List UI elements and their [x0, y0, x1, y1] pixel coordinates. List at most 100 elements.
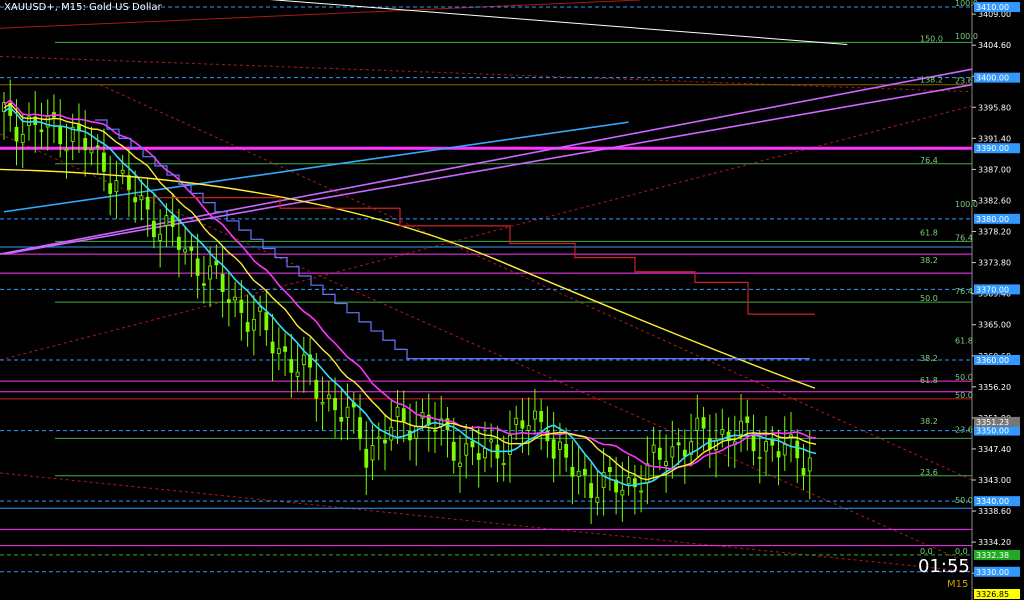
- candle-body: [189, 246, 194, 251]
- fib-level-label: 76.4: [955, 233, 973, 242]
- price-axis-label: 3347.40: [978, 445, 1011, 454]
- candle-body: [314, 379, 319, 399]
- candle-body: [533, 410, 537, 420]
- price-level-tag-label: 3410.00: [976, 3, 1009, 12]
- fib-level-label: 100.0: [955, 32, 978, 41]
- price-level-tag-label: 3370.00: [976, 285, 1009, 294]
- candle-body: [226, 299, 231, 303]
- candle-body: [695, 417, 700, 431]
- candle-body: [183, 248, 188, 253]
- candle-body: [570, 466, 575, 477]
- step-line-blue: [95, 119, 810, 360]
- candle-body: [682, 449, 687, 457]
- candle-body: [245, 322, 250, 332]
- candle-body: [333, 397, 337, 411]
- chart-title: XAUUSD+, M15: Gold US Dollar: [4, 2, 162, 13]
- candle-body: [595, 496, 600, 503]
- timeframe-label: M15: [947, 579, 969, 590]
- candle-body: [295, 371, 300, 377]
- candle-body: [576, 470, 581, 477]
- candle-body: [807, 457, 812, 472]
- chart-window[interactable]: 161.8100.0150.0100.0138.223.676.4100.061…: [0, 0, 1024, 600]
- candle-body: [326, 394, 331, 399]
- fib-level-label: 38.2: [920, 417, 938, 426]
- candle-body: [433, 429, 437, 432]
- candle-body: [364, 448, 369, 468]
- candle-body: [339, 416, 344, 422]
- candle-body: [239, 299, 244, 313]
- price-axis-label: 3338.60: [978, 507, 1011, 516]
- candle-body: [776, 451, 781, 458]
- price-level-tag-label: 3330.00: [976, 568, 1009, 577]
- candle-body: [676, 442, 681, 446]
- candle-body: [514, 417, 519, 425]
- candle-body: [345, 406, 350, 418]
- price-level-tag-label: 3380.00: [976, 215, 1009, 224]
- fib-level-label: 23.6: [955, 77, 973, 86]
- fib-level-label: 61.8: [955, 336, 973, 345]
- price-level-tag-label: 3351.23: [976, 418, 1009, 427]
- price-axis-label: 3378.20: [978, 228, 1011, 237]
- candle-body: [145, 196, 150, 210]
- price-axis-label: 3382.60: [978, 196, 1011, 205]
- candle-body: [639, 490, 644, 493]
- price-level-tag-label: 3326.85: [976, 590, 1009, 599]
- candle-body: [414, 426, 419, 439]
- candle-body: [220, 273, 225, 293]
- fib-level-label: 100.0: [955, 200, 978, 209]
- price-axis-label: 3365.00: [978, 321, 1011, 330]
- candle-body: [607, 467, 612, 473]
- candle-body: [301, 354, 306, 365]
- fib-level-label: 76.4: [920, 156, 938, 165]
- candle-body: [20, 134, 25, 144]
- fib-level-label: 76.4: [955, 287, 973, 296]
- price-level-tag-label: 3332.38: [976, 551, 1009, 560]
- candle-body: [102, 152, 106, 172]
- candle-body: [120, 169, 125, 174]
- price-chart[interactable]: 161.8100.0150.0100.0138.223.676.4100.061…: [0, 0, 1024, 600]
- candle-body: [526, 425, 531, 431]
- candle-body: [582, 468, 587, 476]
- price-axis-label: 3387.00: [978, 165, 1011, 174]
- candle-body: [201, 283, 206, 286]
- candle-body: [782, 444, 787, 456]
- candle-body: [501, 463, 506, 466]
- candle-body: [83, 138, 88, 151]
- candle-body: [657, 447, 662, 460]
- price-level-tag-label: 3340.00: [976, 497, 1009, 506]
- candle-body: [720, 429, 725, 435]
- candle-body: [539, 411, 544, 423]
- candle-body: [564, 443, 569, 458]
- candle-body: [483, 448, 487, 459]
- candle-body: [701, 417, 706, 429]
- candle-body: [133, 197, 138, 203]
- candle-body: [208, 265, 213, 280]
- price-level-tag-label: 3350.00: [976, 427, 1009, 436]
- candle-body: [89, 149, 94, 154]
- candle-body: [795, 440, 800, 459]
- candle-body: [370, 445, 375, 461]
- fib-level-label: 61.8: [920, 376, 938, 385]
- candle-body: [58, 126, 63, 145]
- bar-countdown: 01:55: [918, 556, 970, 577]
- candle-body: [451, 441, 456, 461]
- candle-body: [551, 439, 556, 459]
- candle-body: [270, 341, 275, 354]
- candle-body: [589, 483, 594, 498]
- candle-body: [139, 195, 144, 201]
- projection-line: [0, 55, 973, 93]
- candle-body: [489, 439, 494, 443]
- candle-body: [264, 312, 269, 331]
- candle-body: [14, 126, 19, 142]
- fib-level-label: 23.6: [920, 468, 938, 477]
- candle-body: [670, 446, 675, 458]
- fib-level-label: 161.8: [920, 0, 943, 2]
- fib-level-label: 50.0: [920, 294, 938, 303]
- candle-body: [764, 441, 768, 452]
- price-axis-label: 3395.80: [978, 103, 1011, 112]
- candle-body: [470, 440, 475, 448]
- candle-body: [64, 148, 69, 152]
- candle-body: [283, 346, 287, 352]
- candle-body: [651, 444, 656, 453]
- price-axis-label: 3391.40: [978, 134, 1011, 143]
